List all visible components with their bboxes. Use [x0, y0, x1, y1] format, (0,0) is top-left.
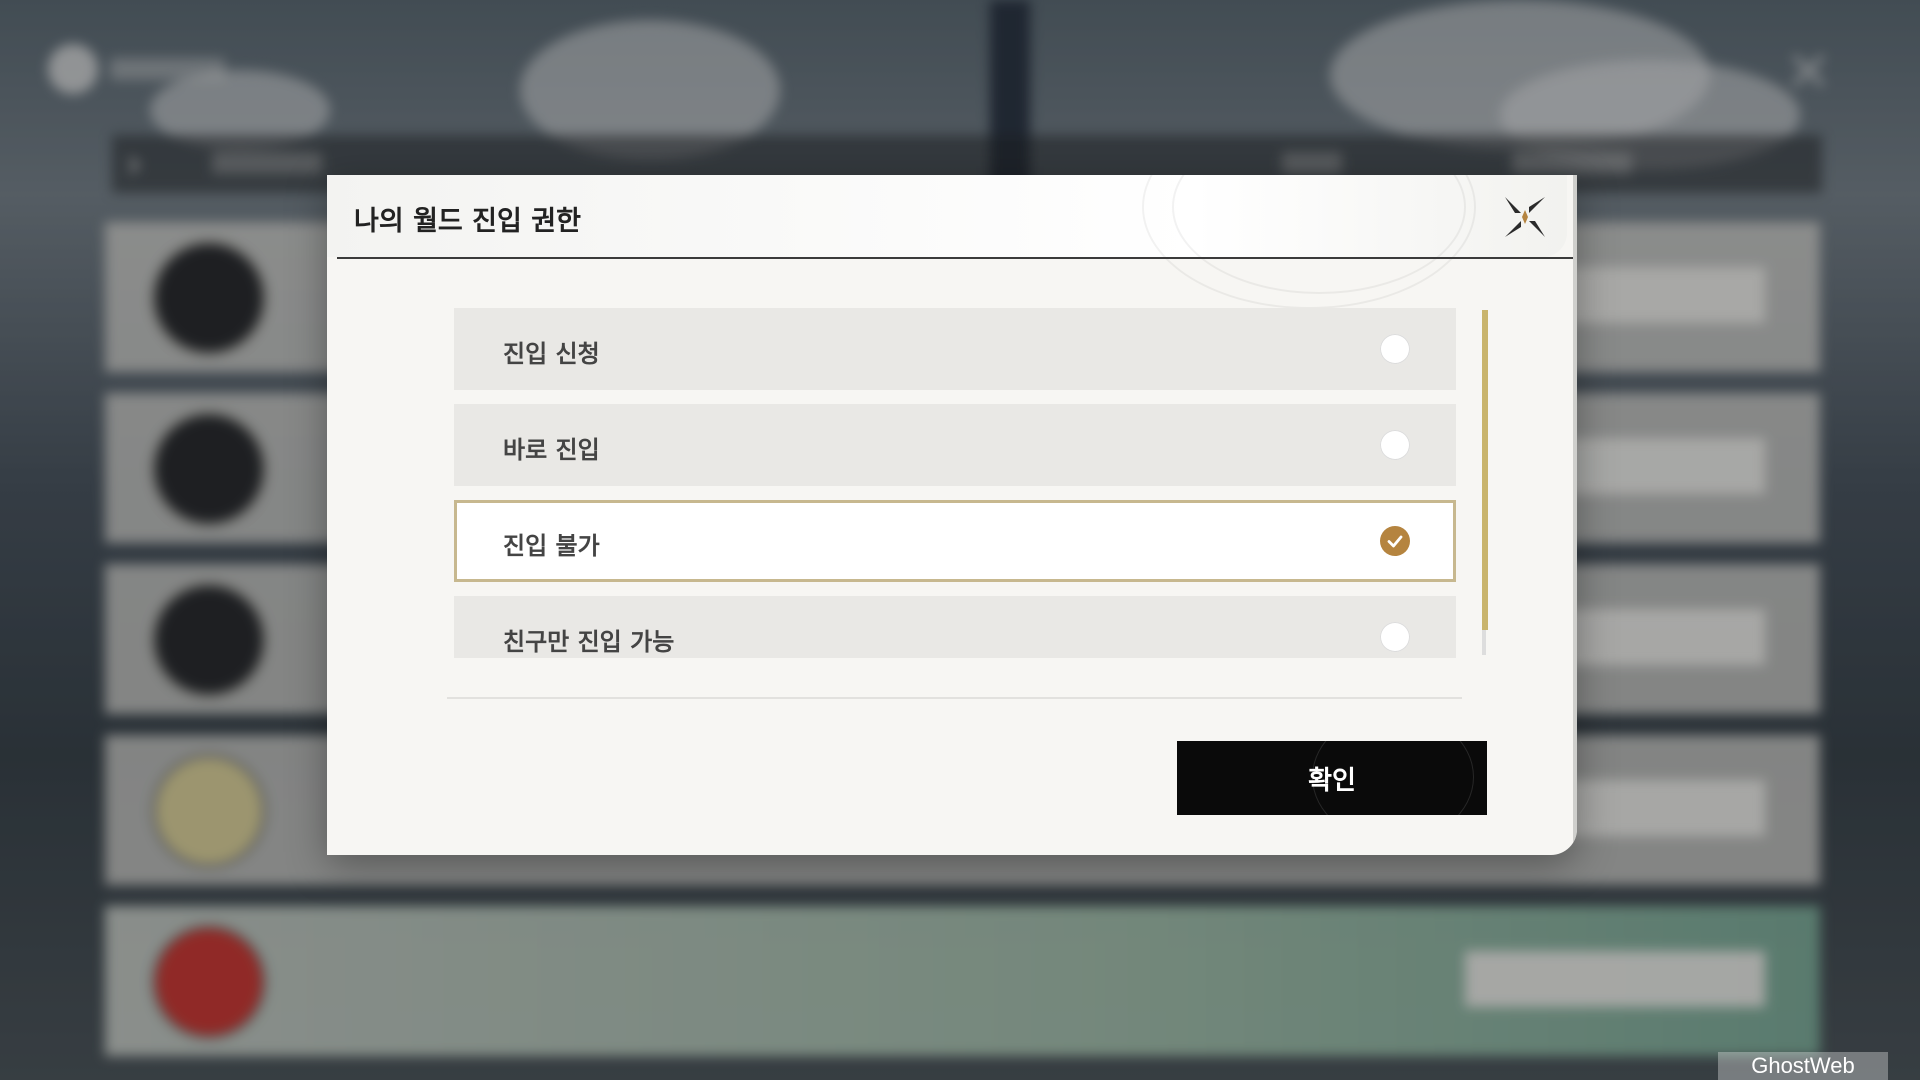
close-x-icon: [1505, 197, 1545, 237]
radio-button[interactable]: [1380, 622, 1410, 652]
dialog-edge: [1573, 175, 1577, 855]
checkmark-icon: [1387, 535, 1403, 548]
scrollbar-thumb[interactable]: [1482, 310, 1488, 630]
watermark: GhostWeb: [1718, 1052, 1888, 1080]
dialog-title: 나의 월드 진입 권한: [354, 206, 581, 237]
option-request-entry[interactable]: 진입 신청: [454, 308, 1456, 390]
world-permission-dialog: 나의 월드 진입 권한 진입 신청 바로 진입 진입 불가 친구만 진입 가능 …: [327, 175, 1577, 855]
header-divider: [337, 257, 1577, 259]
option-no-entry[interactable]: 진입 불가: [454, 500, 1456, 582]
footer-divider: [447, 697, 1462, 699]
confirm-button[interactable]: 확인: [1177, 741, 1487, 815]
option-label: 진입 신청: [503, 340, 600, 368]
permission-option-list[interactable]: 진입 신청 바로 진입 진입 불가 친구만 진입 가능: [454, 308, 1456, 658]
option-label: 친구만 진입 가능: [503, 628, 675, 656]
radio-button[interactable]: [1380, 430, 1410, 460]
close-button[interactable]: [1497, 189, 1553, 245]
dialog-header: 나의 월드 진입 권한: [327, 175, 1567, 309]
option-label: 바로 진입: [503, 436, 600, 464]
option-friends-only[interactable]: 친구만 진입 가능: [454, 596, 1456, 658]
radio-button-checked[interactable]: [1380, 526, 1410, 556]
option-direct-entry[interactable]: 바로 진입: [454, 404, 1456, 486]
radio-button[interactable]: [1380, 334, 1410, 364]
option-label: 진입 불가: [503, 532, 600, 560]
